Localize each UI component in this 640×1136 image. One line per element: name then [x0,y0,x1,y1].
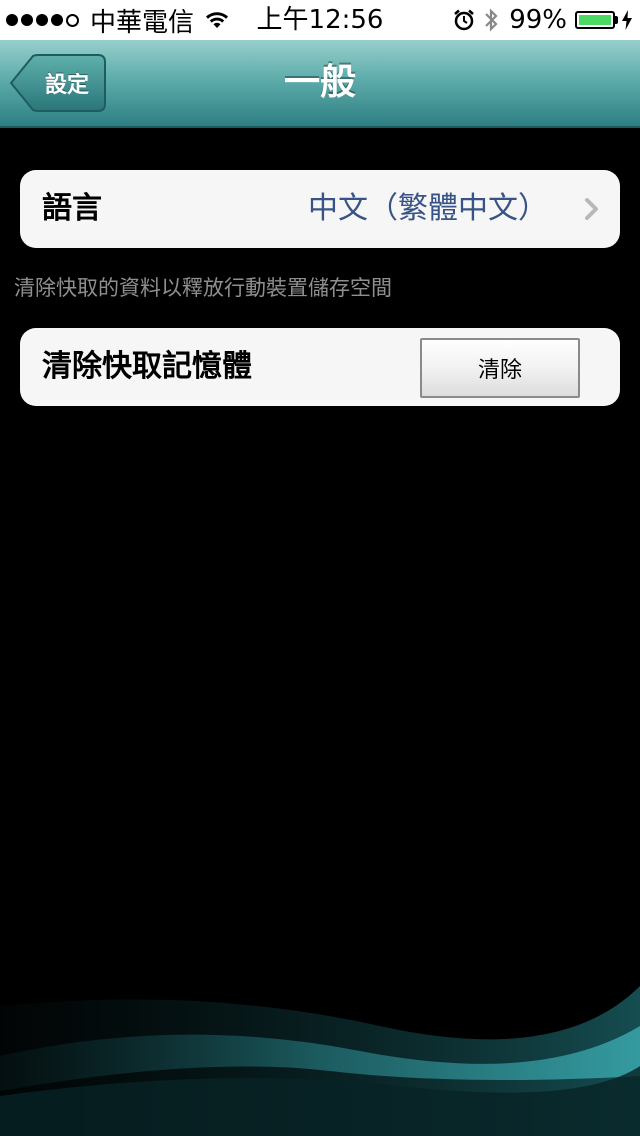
navigation-bar: 設定 一般 [0,40,640,128]
wifi-icon [206,12,229,28]
bluetooth-icon [485,8,498,32]
battery-tip [615,16,618,24]
carrier-name: 中華電信 [90,7,195,38]
back-button-label: 設定 [44,73,89,98]
alarm-icon [454,9,475,31]
battery-icon [575,11,615,29]
signal-dot [36,14,48,26]
battery-fill [579,15,611,25]
chevron-right-icon [585,198,598,220]
status-right: 99% [453,0,632,40]
cache-note: 清除快取的資料以釋放行動裝置儲存空間 [14,276,392,300]
language-row[interactable]: 語言 中文（繁體中文） [20,170,620,248]
signal-dot [51,14,63,26]
signal-dot [66,13,79,27]
clear-button[interactable]: 清除 [420,338,580,398]
back-button[interactable]: 設定 [10,54,106,112]
clear-cache-row: 清除快取記憶體 清除 [20,328,620,406]
signal-dot [21,14,33,26]
status-left: 中華電信 [6,0,230,40]
clear-cache-label: 清除快取記憶體 [42,349,252,384]
language-label: 語言 [42,191,102,226]
signal-dot [6,14,18,26]
status-bar: 中華電信 上午12:56 99% [0,0,640,40]
language-value: 中文（繁體中文） [308,191,548,226]
signal-strength-icon [6,13,82,27]
charging-bolt-icon [622,10,632,30]
background-swoosh-decoration [0,986,640,1136]
battery-percent: 99% [509,5,567,35]
